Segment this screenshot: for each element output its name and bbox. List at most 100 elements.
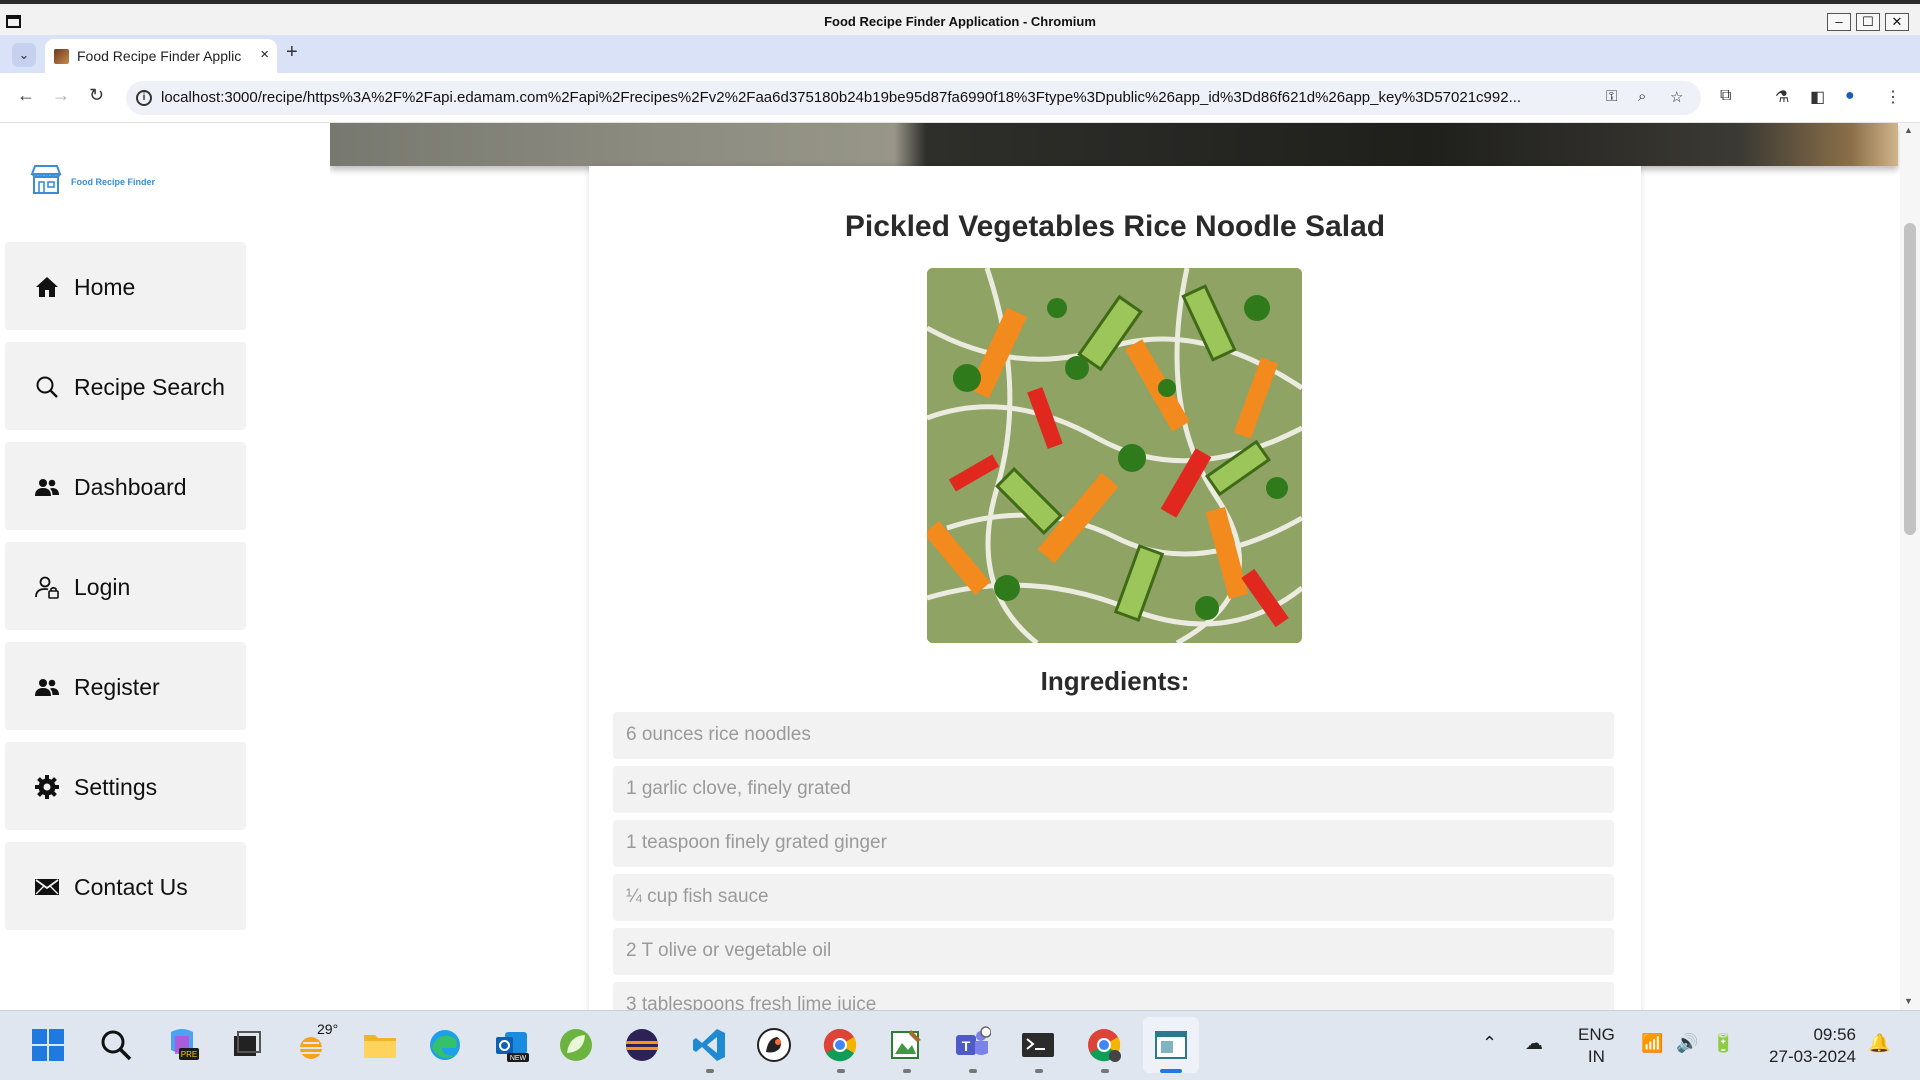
- svg-text:NEW: NEW: [510, 1055, 527, 1062]
- start-windows-icon[interactable]: [29, 1026, 67, 1064]
- extensions-icon[interactable]: ⧉: [1720, 87, 1731, 105]
- ingredient-text: 1 garlic clove, finely grated: [626, 778, 851, 799]
- running-indicator: [837, 1069, 845, 1073]
- language-code: ENG: [1578, 1025, 1615, 1044]
- tab-close-icon[interactable]: ×: [260, 46, 269, 63]
- terminal-icon[interactable]: [1019, 1026, 1057, 1064]
- nav-register-label: Register: [74, 674, 160, 700]
- home-icon: [36, 277, 58, 297]
- ingredients-heading: Ingredients:: [1040, 666, 1190, 696]
- ingredient-item: 3 tablespoons fresh lime juice: [613, 982, 1614, 1010]
- nav-contact-us[interactable]: Contact Us: [5, 842, 246, 930]
- labs-flask-icon[interactable]: ⚗: [1775, 87, 1789, 107]
- running-indicator: [706, 1069, 714, 1073]
- clock-time: 09:56: [1813, 1025, 1856, 1044]
- bookmark-star-icon[interactable]: ☆: [1670, 88, 1683, 106]
- browser-tab[interactable]: Food Recipe Finder Applic ×: [45, 39, 277, 73]
- address-bar[interactable]: i localhost:3000/recipe/https%3A%2F%2Fap…: [126, 81, 1701, 115]
- tab-search-chevron-icon[interactable]: ⌄: [12, 43, 36, 67]
- clock[interactable]: 09:56 27-03-2024: [1756, 1024, 1856, 1068]
- onedrive-cloud-icon[interactable]: ☁: [1525, 1033, 1543, 1054]
- chrome-icon[interactable]: [821, 1026, 859, 1064]
- ingredient-text: 1 teaspoon finely grated ginger: [626, 832, 887, 853]
- running-indicator: [969, 1069, 977, 1073]
- app-window-icon[interactable]: [1152, 1026, 1190, 1064]
- running-indicator: [1101, 1069, 1109, 1073]
- postman-icon[interactable]: [755, 1026, 793, 1064]
- reload-icon[interactable]: ↻: [89, 85, 104, 106]
- ingredient-item: 1 garlic clove, finely grated: [613, 766, 1614, 813]
- envelope-icon: [35, 879, 59, 895]
- nav-register[interactable]: Register: [5, 642, 246, 730]
- nav-home-label: Home: [74, 274, 136, 300]
- nav-recipe-search-label: Recipe Search: [74, 374, 225, 400]
- scrollbar-thumb[interactable]: [1904, 223, 1916, 535]
- edge-browser-icon[interactable]: [426, 1026, 464, 1064]
- nav-dashboard[interactable]: Dashboard: [5, 442, 246, 530]
- profile-avatar-icon[interactable]: ●: [1845, 87, 1855, 105]
- wifi-icon[interactable]: 📶: [1641, 1033, 1663, 1054]
- task-view-icon[interactable]: [228, 1026, 266, 1064]
- key-icon[interactable]: ⚿: [1606, 88, 1617, 105]
- store-icon: [30, 165, 62, 194]
- nav-settings[interactable]: Settings: [5, 742, 246, 830]
- svg-text:T: T: [962, 1038, 971, 1054]
- spring-leaf-icon[interactable]: [557, 1026, 595, 1064]
- show-hidden-icons-chevron-icon[interactable]: ⌃: [1482, 1033, 1497, 1054]
- back-arrow-icon[interactable]: ←: [17, 85, 35, 106]
- tab-favicon-icon: [54, 49, 69, 64]
- teams-icon[interactable]: T: [953, 1026, 991, 1064]
- site-info-icon[interactable]: i: [136, 90, 152, 106]
- tab-title: Food Recipe Finder Applic: [77, 48, 242, 64]
- search-icon[interactable]: [97, 1026, 135, 1064]
- new-tab-button[interactable]: +: [286, 41, 298, 64]
- scroll-down-arrow-icon[interactable]: ▼: [1904, 996, 1913, 1006]
- vscode-icon[interactable]: [690, 1026, 728, 1064]
- outlook-new-icon[interactable]: NEW: [493, 1026, 531, 1064]
- nav-home[interactable]: Home: [5, 242, 246, 330]
- users-icon: [35, 479, 59, 496]
- copilot-icon[interactable]: PRE: [163, 1026, 201, 1064]
- recipe-title: Pickled Vegetables Rice Noodle Salad: [844, 210, 1386, 243]
- image-editor-icon[interactable]: [887, 1026, 925, 1064]
- ingredient-item: 6 ounces rice noodles: [613, 712, 1614, 759]
- recipe-card: Pickled Vegetables Rice Noodle Salad Ing…: [589, 166, 1641, 1010]
- running-indicator: [903, 1069, 911, 1073]
- nav-recipe-search[interactable]: Recipe Search: [5, 342, 246, 430]
- minimize-button[interactable]: –: [1827, 13, 1851, 31]
- chromium-icon[interactable]: [1085, 1026, 1123, 1064]
- maximize-button[interactable]: ☐: [1856, 13, 1880, 31]
- active-indicator: [1160, 1069, 1182, 1073]
- eclipse-icon[interactable]: [623, 1026, 661, 1064]
- zoom-icon[interactable]: ⌕: [1638, 88, 1646, 105]
- taskbar: PRE 29° NEW T ⌃ ☁ ENG IN 📶 🔊 🔋 09:56 27-…: [0, 1010, 1920, 1080]
- ingredient-text: 3 tablespoons fresh lime juice: [626, 994, 877, 1010]
- scroll-up-arrow-icon[interactable]: ▲: [1904, 125, 1913, 135]
- nav-login[interactable]: Login: [5, 542, 246, 630]
- nav-dashboard-label: Dashboard: [74, 474, 187, 500]
- browser-menu-icon[interactable]: ⋮: [1885, 87, 1901, 107]
- side-panel-icon[interactable]: ◧: [1810, 87, 1825, 107]
- users-icon: [35, 679, 59, 696]
- page-scrollbar[interactable]: ▲ ▼: [1900, 123, 1920, 1010]
- notification-bell-icon[interactable]: 🔔: [1868, 1033, 1890, 1054]
- url-text[interactable]: localhost:3000/recipe/https%3A%2F%2Fapi.…: [161, 89, 1591, 106]
- window-title: Food Recipe Finder Application - Chromiu…: [824, 14, 1096, 29]
- forward-arrow-icon[interactable]: →: [52, 85, 70, 106]
- tab-strip: ⌄ Food Recipe Finder Applic × +: [0, 35, 1920, 73]
- file-explorer-icon[interactable]: [361, 1026, 399, 1064]
- ingredient-text: 6 ounces rice noodles: [626, 724, 811, 745]
- language-indicator[interactable]: ENG IN: [1578, 1024, 1615, 1068]
- window-title-bar: Food Recipe Finder Application - Chromiu…: [0, 0, 1920, 35]
- app-logo-text: Food Recipe Finder: [71, 177, 156, 187]
- nav-settings-label: Settings: [74, 774, 158, 800]
- weather-temperature: 29°: [315, 1021, 341, 1037]
- battery-icon[interactable]: 🔋: [1712, 1033, 1734, 1054]
- close-window-button[interactable]: ✕: [1885, 13, 1909, 31]
- gear-icon: [35, 775, 59, 799]
- volume-icon[interactable]: 🔊: [1676, 1033, 1698, 1054]
- ingredient-item: ¼ cup fish sauce: [613, 874, 1614, 921]
- nav-login-label: Login: [74, 574, 131, 600]
- running-indicator: [1035, 1069, 1043, 1073]
- ingredient-text: 2 T olive or vegetable oil: [626, 940, 832, 961]
